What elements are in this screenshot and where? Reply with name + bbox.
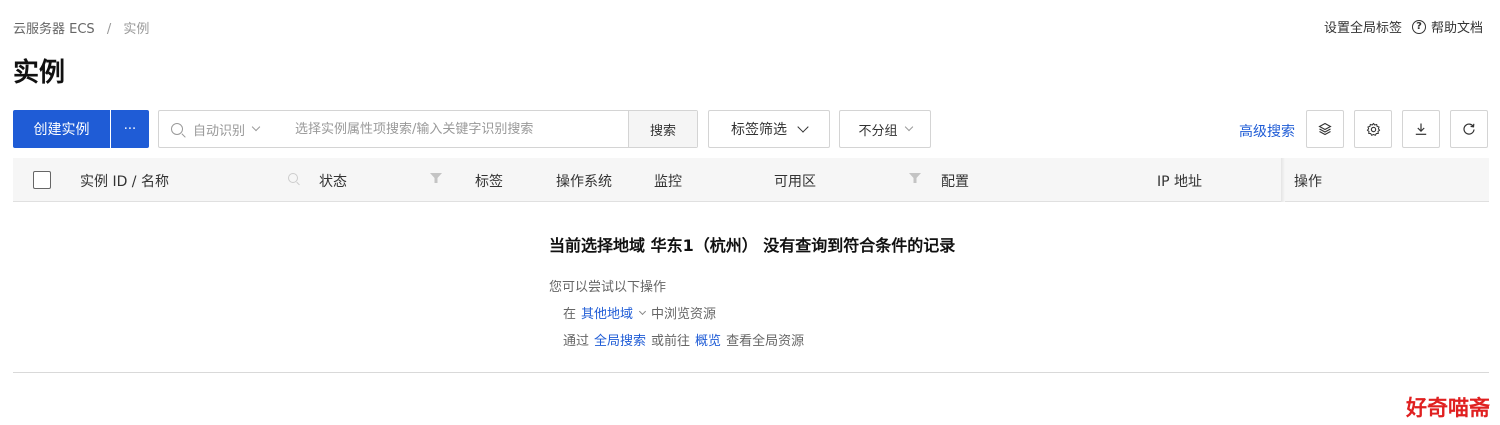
auto-detect-dropdown[interactable]: 自动识别 (193, 120, 295, 139)
suggestion-prefix: 通过 (563, 334, 590, 349)
column-header-status: 状态 (319, 174, 347, 190)
suggestion-suffix: 中浏览资源 (651, 307, 717, 322)
empty-state-title: 当前选择地域 华东1（杭州） 没有查询到符合条件的记录 (549, 236, 956, 255)
search-icon (171, 123, 183, 135)
refresh-button[interactable] (1450, 110, 1488, 148)
header-actions: 设置全局标签 ? 帮助文档 (1324, 17, 1483, 36)
search-input[interactable] (295, 111, 625, 147)
settings-button[interactable] (1354, 110, 1392, 148)
chevron-down-icon[interactable] (638, 307, 647, 315)
search-button[interactable]: 搜索 (628, 111, 697, 147)
empty-state-suggestion-search: 通过 全局搜索 或前往 概览 查看全局资源 (549, 330, 955, 349)
chevron-down-icon (904, 122, 913, 132)
help-icon: ? (1411, 19, 1426, 34)
toolbar: 创建实例 ··· 自动识别 搜索 标签筛选 不分组 高级搜索 (13, 110, 1489, 148)
chevron-down-icon (251, 122, 261, 132)
filter-icon[interactable] (430, 173, 442, 183)
breadcrumb: 云服务器 ECS / 实例 (13, 18, 149, 37)
breadcrumb-current: 实例 (123, 22, 150, 37)
overview-link[interactable]: 概览 (695, 330, 721, 349)
column-header-id-name: 实例 ID / 名称 (80, 174, 169, 190)
column-header-config: 配置 (941, 174, 969, 190)
help-docs-label: 帮助文档 (1430, 21, 1483, 36)
group-select-label: 不分组 (858, 123, 898, 139)
page-title: 实例 (13, 58, 66, 88)
create-instance-button[interactable]: 创建实例 (13, 110, 110, 148)
other-region-link[interactable]: 其他地域 (581, 303, 633, 322)
search-box: 自动识别 搜索 (158, 110, 698, 148)
layers-icon (1318, 122, 1332, 136)
search-icon[interactable] (288, 173, 298, 183)
more-actions-button[interactable]: ··· (111, 110, 149, 148)
download-button[interactable] (1402, 110, 1440, 148)
column-header-os: 操作系统 (556, 174, 612, 190)
select-all-checkbox[interactable] (33, 171, 51, 189)
global-tags-link[interactable]: 设置全局标签 (1324, 17, 1402, 36)
divider (13, 372, 1489, 373)
empty-state-suggestion-region: 在 其他地域 中浏览资源 (549, 303, 955, 322)
column-divider (1281, 158, 1285, 202)
column-header-zone: 可用区 (774, 174, 816, 190)
empty-state: 当前选择地域 华东1（杭州） 没有查询到符合条件的记录 您可以尝试以下操作 在 … (549, 232, 955, 349)
table-header: 实例 ID / 名称 状态 标签 操作系统 监控 可用区 配置 IP 地址 操作 (13, 158, 1489, 202)
global-search-link[interactable]: 全局搜索 (594, 330, 646, 349)
gear-icon (1366, 122, 1380, 136)
filter-icon[interactable] (909, 173, 921, 183)
column-header-monitor: 监控 (654, 174, 682, 190)
suggestion-suffix: 查看全局资源 (726, 334, 805, 349)
advanced-search-link[interactable]: 高级搜索 (1239, 121, 1295, 141)
column-header-ip: IP 地址 (1157, 174, 1203, 190)
watermark-logo: 好奇喵斋 (1406, 396, 1490, 420)
empty-state-subtitle: 您可以尝试以下操作 (549, 280, 667, 295)
column-header-tags: 标签 (475, 174, 503, 190)
suggestion-prefix: 在 (563, 307, 577, 322)
auto-detect-label: 自动识别 (193, 123, 246, 139)
breadcrumb-separator: / (106, 22, 112, 37)
group-select[interactable]: 不分组 (839, 110, 931, 148)
breadcrumb-root[interactable]: 云服务器 ECS (13, 22, 95, 37)
chevron-down-icon (797, 120, 809, 133)
tag-filter-dropdown[interactable]: 标签筛选 (708, 110, 830, 148)
layers-button[interactable] (1306, 110, 1344, 148)
suggestion-mid: 或前往 (651, 334, 691, 349)
column-header-actions: 操作 (1294, 174, 1322, 190)
refresh-icon (1463, 123, 1475, 135)
tag-filter-label: 标签筛选 (731, 122, 787, 138)
download-icon (1415, 123, 1427, 135)
help-docs-link[interactable]: ? 帮助文档 (1411, 17, 1483, 36)
